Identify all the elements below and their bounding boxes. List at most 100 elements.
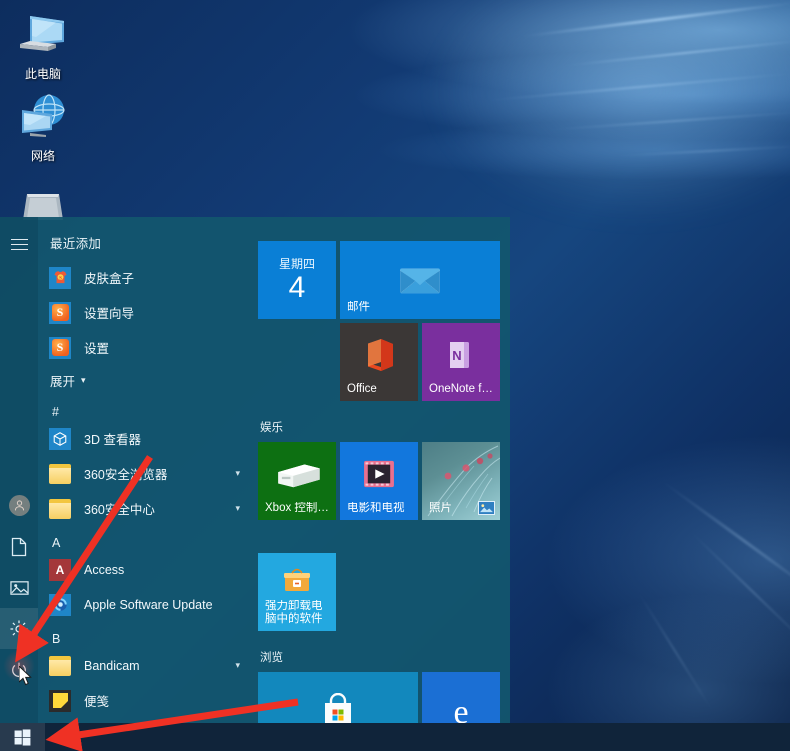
start-menu: 最近添加 S 皮肤盒子 S 设置向导 S 设置 展开 ▾ # 3D 查看器 36… bbox=[0, 217, 510, 723]
start-menu-rail bbox=[0, 217, 38, 723]
user-avatar-icon bbox=[8, 495, 30, 516]
rail-item-settings[interactable] bbox=[0, 608, 38, 649]
folder-icon bbox=[48, 654, 72, 678]
hamburger-menu-button[interactable] bbox=[0, 224, 38, 265]
tile-group: 浏览 e bbox=[258, 649, 510, 723]
taskbar bbox=[0, 723, 790, 751]
list-item[interactable]: 3D 查看器 bbox=[38, 421, 252, 456]
tile-photos[interactable]: 照片 bbox=[422, 442, 500, 520]
list-item-label: 便笺 bbox=[84, 695, 110, 709]
svg-text:S: S bbox=[59, 275, 62, 281]
chevron-down-icon[interactable]: ▾ bbox=[235, 661, 240, 670]
tile-label: 邮件 bbox=[347, 301, 370, 313]
wallpaper-streak bbox=[686, 527, 790, 655]
access-icon: A bbox=[48, 558, 72, 582]
tile-xbox[interactable]: Xbox 控制台... bbox=[258, 442, 336, 520]
recently-added-header: 最近添加 bbox=[50, 237, 102, 251]
mouse-cursor bbox=[19, 666, 32, 686]
tile-movies[interactable]: 电影和电视 bbox=[340, 442, 418, 520]
wallpaper-streak bbox=[634, 586, 716, 716]
uninstall-icon bbox=[258, 553, 336, 607]
sogou-settings-icon: S bbox=[48, 336, 72, 360]
gear-icon bbox=[10, 619, 28, 638]
sticky-note-icon bbox=[48, 689, 72, 713]
list-item[interactable]: Bandicam ▾ bbox=[38, 648, 252, 683]
app-list[interactable]: 最近添加 S 皮肤盒子 S 设置向导 S 设置 展开 ▾ # 3D 查看器 36… bbox=[38, 217, 252, 723]
tile-edge[interactable]: e bbox=[422, 672, 500, 723]
list-item-label: 设置向导 bbox=[84, 307, 135, 321]
this-pc-icon bbox=[20, 16, 64, 51]
pictures-icon bbox=[9, 580, 29, 595]
wallpaper-glow bbox=[430, 0, 790, 220]
folder-icon bbox=[48, 462, 72, 486]
list-item[interactable]: S 设置 bbox=[38, 330, 252, 365]
sogou-wizard-icon: S bbox=[48, 301, 72, 325]
list-item[interactable]: Apple Software Update bbox=[38, 587, 252, 622]
list-item-label: 皮肤盒子 bbox=[84, 272, 135, 286]
list-item-label: Access bbox=[84, 562, 125, 577]
tile-row: Office N OneNote for... bbox=[340, 323, 510, 405]
list-item-label: 3D 查看器 bbox=[84, 433, 141, 447]
apple-update-icon bbox=[48, 593, 72, 617]
svg-text:e: e bbox=[453, 694, 468, 723]
chevron-down-icon[interactable]: ▾ bbox=[235, 469, 240, 478]
desktop-icon-label: 网络 bbox=[30, 149, 55, 163]
letter-header: A bbox=[52, 536, 61, 550]
movies-tv-icon bbox=[340, 442, 418, 506]
list-item[interactable]: S 设置向导 bbox=[38, 295, 252, 330]
edge-icon: e bbox=[422, 672, 500, 723]
sogou-skin-icon: S bbox=[48, 266, 72, 290]
office-icon bbox=[340, 323, 418, 387]
list-item-label: 设置 bbox=[84, 342, 110, 356]
list-item[interactable]: 360安全中心 ▾ bbox=[38, 491, 252, 526]
tile-row: 强力卸载电脑中的软件 bbox=[258, 553, 510, 635]
tile-office[interactable]: Office bbox=[340, 323, 418, 401]
tile-group-title: 娱乐 bbox=[260, 422, 283, 434]
rail-item-pictures[interactable] bbox=[0, 567, 38, 608]
chevron-down-icon: ▾ bbox=[81, 374, 86, 385]
list-item[interactable]: A Access bbox=[38, 552, 252, 587]
hamburger-icon bbox=[10, 236, 28, 254]
rail-item-user[interactable] bbox=[0, 485, 38, 526]
rail-item-documents[interactable] bbox=[0, 526, 38, 567]
list-item[interactable]: 便笺 bbox=[38, 683, 252, 718]
tile-label: 强力卸载电脑中的软件 bbox=[265, 600, 323, 625]
tile-row: e bbox=[258, 672, 510, 723]
tile-row: 星期四 4 邮件 bbox=[258, 241, 510, 323]
list-item[interactable]: 360安全浏览器 ▾ bbox=[38, 456, 252, 491]
calendar-weekday: 星期四 bbox=[278, 256, 315, 271]
desktop-icon-this-pc[interactable]: 此电脑 bbox=[0, 14, 86, 81]
letter-header: # bbox=[52, 405, 59, 419]
svg-text:N: N bbox=[452, 348, 461, 363]
list-item-label: Apple Software Update bbox=[84, 597, 213, 612]
windows-logo-icon bbox=[14, 728, 31, 746]
tile-label: Xbox 控制台... bbox=[265, 502, 331, 514]
letter-header: B bbox=[52, 632, 61, 646]
tile-microsoft-store[interactable] bbox=[258, 672, 418, 723]
document-icon bbox=[11, 537, 27, 556]
expand-recent-button[interactable]: 展开 ▾ bbox=[38, 365, 252, 395]
list-item[interactable]: S 皮肤盒子 bbox=[38, 260, 252, 295]
tile-mail[interactable]: 邮件 bbox=[340, 241, 500, 319]
tile-calendar[interactable]: 星期四 4 bbox=[258, 241, 336, 319]
network-icon bbox=[22, 94, 65, 137]
calendar-day: 4 bbox=[288, 270, 306, 304]
desktop-icon-network[interactable]: 网络 bbox=[0, 92, 86, 163]
tile-label: 照片 bbox=[429, 502, 452, 514]
desktop-icon-label: 此电脑 bbox=[24, 67, 61, 81]
wallpaper-streak bbox=[659, 478, 790, 605]
start-button[interactable] bbox=[0, 723, 45, 751]
onenote-icon: N bbox=[422, 323, 500, 387]
store-icon bbox=[258, 672, 418, 723]
xbox-console-icon bbox=[258, 442, 336, 506]
tile-onenote[interactable]: N OneNote for... bbox=[422, 323, 500, 401]
tile-group: 星期四 4 邮件 Office N OneNote for... bbox=[258, 241, 510, 405]
tile-uninstall-software[interactable]: 强力卸载电脑中的软件 bbox=[258, 553, 336, 631]
tiles-pane: 星期四 4 邮件 Office N OneNote for... 娱乐 Xbox… bbox=[252, 217, 510, 723]
chevron-down-icon[interactable]: ▾ bbox=[235, 504, 240, 513]
cube-icon bbox=[48, 427, 72, 451]
folder-icon bbox=[48, 497, 72, 521]
tile-label: Office bbox=[347, 383, 377, 395]
tile-group: 娱乐 Xbox 控制台... bbox=[258, 419, 510, 635]
tile-group-title: 浏览 bbox=[260, 652, 283, 664]
